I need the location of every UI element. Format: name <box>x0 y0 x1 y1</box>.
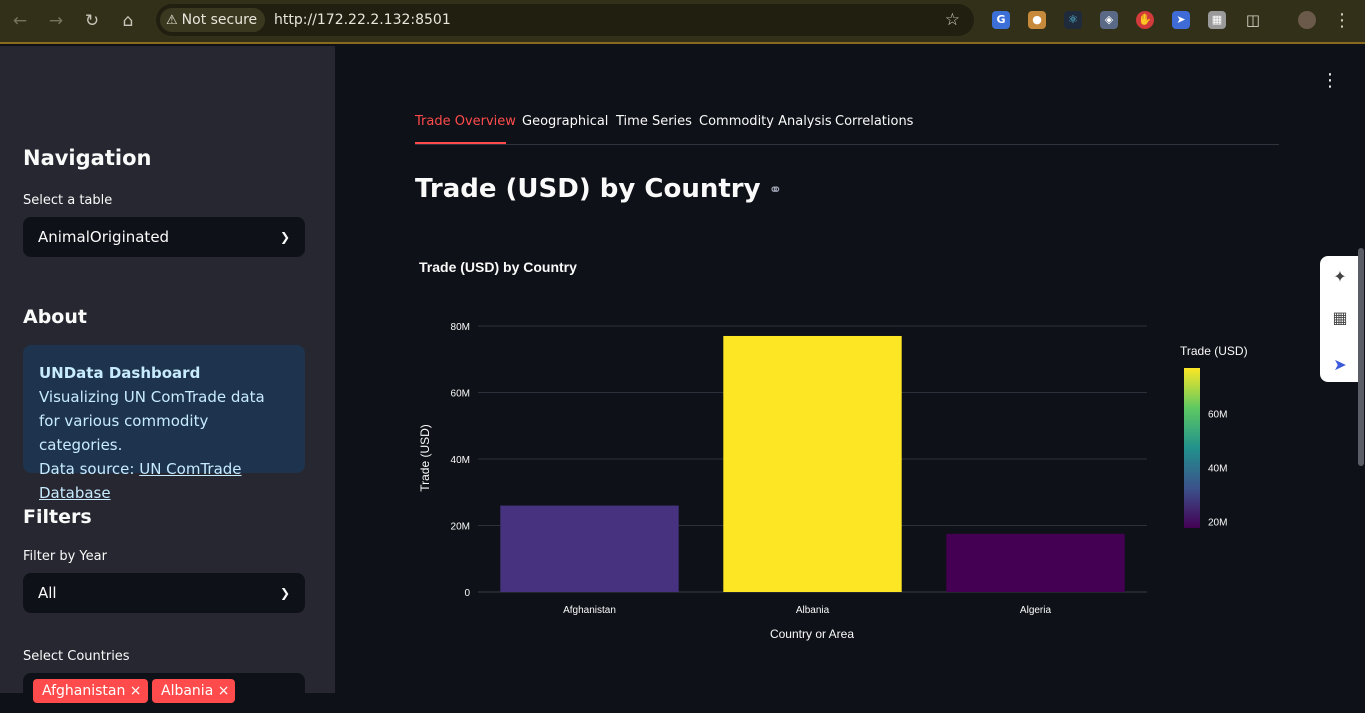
filter-year-value: All <box>38 584 57 602</box>
x-tick-label: Afghanistan <box>563 605 616 616</box>
navigation-heading: Navigation <box>23 146 152 170</box>
x-axis-label: Country or Area <box>770 627 854 641</box>
chart-bars <box>500 335 1125 592</box>
country-tag-label: Albania <box>161 683 214 699</box>
adblock-icon[interactable]: ✋ <box>1136 11 1154 29</box>
x-axis-ticks: Afghanistan Albania Algeria <box>563 605 1051 616</box>
close-icon[interactable]: × <box>218 683 230 699</box>
back-icon[interactable]: ← <box>9 10 31 32</box>
filter-year-dropdown[interactable]: All ❯ <box>23 573 305 613</box>
browser-menu-icon[interactable]: ⋮ <box>1333 10 1351 32</box>
home-icon[interactable]: ⌂ <box>117 10 139 32</box>
floating-toolbar: ✦ ▦ ➤ <box>1320 256 1360 382</box>
country-tag[interactable]: Afghanistan × <box>33 679 148 703</box>
y-axis-label: Trade (USD) <box>418 424 432 492</box>
scrollbar[interactable] <box>1358 248 1364 466</box>
select-countries-label: Select Countries <box>23 649 130 664</box>
extensions-puzzle-icon[interactable]: ◫ <box>1244 11 1262 29</box>
y-tick-label: 20M <box>451 522 470 533</box>
extension-icon[interactable]: ● <box>1028 11 1046 29</box>
shield-extension-icon[interactable]: ◈ <box>1100 11 1118 29</box>
security-label: Not secure <box>181 12 258 28</box>
url-text[interactable]: http://172.22.2.132:8501 <box>274 4 451 36</box>
colorbar <box>1184 368 1200 528</box>
react-devtools-icon[interactable]: ⚛ <box>1064 11 1082 29</box>
colorbar-tick-label: 20M <box>1208 517 1227 528</box>
calendar-edit-icon[interactable]: ▦ <box>1328 306 1352 330</box>
select-table-value: AnimalOriginated <box>38 228 170 246</box>
magic-wand-icon[interactable]: ✦ <box>1328 265 1352 289</box>
y-tick-label: 0 <box>464 588 470 599</box>
reload-icon[interactable]: ↻ <box>81 10 103 32</box>
about-title: UNData Dashboard <box>39 364 201 382</box>
extension-box-icon[interactable]: ▦ <box>1208 11 1226 29</box>
bar-chart: Trade (USD) by Country Afghanistan Albani… <box>418 259 1248 641</box>
colorbar-title: Trade (USD) <box>1180 344 1248 358</box>
about-text: Visualizing UN ComTrade data for various… <box>39 388 265 454</box>
chevron-down-icon: ❯ <box>279 230 290 244</box>
chevron-down-icon: ❯ <box>279 586 290 600</box>
select-countries-multiselect[interactable]: Afghanistan × Albania × <box>23 673 305 713</box>
country-tag-label: Afghanistan <box>42 683 126 699</box>
bookmark-star-icon[interactable]: ☆ <box>945 4 960 36</box>
colorbar-tick-label: 60M <box>1208 410 1227 421</box>
select-table-label: Select a table <box>23 193 113 208</box>
main-content: ⋮ Trade Overview Geographical Time Serie… <box>335 46 1365 693</box>
filter-year-label: Filter by Year <box>23 549 107 564</box>
extension-arrow-icon[interactable]: ➤ <box>1172 11 1190 29</box>
x-tick-label: Albania <box>796 605 830 616</box>
y-tick-label: 40M <box>451 455 470 466</box>
bar-algeria[interactable] <box>946 533 1125 592</box>
chart-title: Trade (USD) by Country <box>419 259 577 275</box>
colorbar-ticks: 20M 40M 60M <box>1208 410 1227 529</box>
address-bar[interactable]: ⚠ Not secure http://172.22.2.132:8501 ☆ <box>156 4 974 36</box>
filters-heading: Filters <box>23 506 92 528</box>
close-icon[interactable]: × <box>130 683 142 699</box>
y-axis-ticks: 0 20M 40M 60M 80M <box>451 322 471 599</box>
profile-avatar[interactable] <box>1298 11 1316 29</box>
x-tick-label: Algeria <box>1020 605 1052 616</box>
bar-albania[interactable] <box>723 335 902 592</box>
rocket-icon[interactable]: ➤ <box>1328 353 1352 377</box>
about-heading: About <box>23 306 87 328</box>
browser-toolbar: ← → ↻ ⌂ ⚠ Not secure http://172.22.2.132:… <box>0 0 1365 44</box>
forward-icon[interactable]: → <box>45 10 67 32</box>
sidebar: Navigation Select a table AnimalOriginat… <box>0 46 335 713</box>
about-source-prefix: Data source: <box>39 460 140 478</box>
security-chip[interactable]: ⚠ Not secure <box>160 8 266 32</box>
warning-icon: ⚠ <box>166 13 178 28</box>
select-table-dropdown[interactable]: AnimalOriginated ❯ <box>23 217 305 257</box>
country-tag[interactable]: Albania × <box>152 679 236 703</box>
y-tick-label: 60M <box>451 389 470 400</box>
y-tick-label: 80M <box>451 322 470 333</box>
translate-extension-icon[interactable]: G <box>992 11 1010 29</box>
colorbar-tick-label: 40M <box>1208 463 1227 474</box>
about-info-box: UNData Dashboard Visualizing UN ComTrade… <box>23 345 305 502</box>
bar-afghanistan[interactable] <box>500 505 679 592</box>
